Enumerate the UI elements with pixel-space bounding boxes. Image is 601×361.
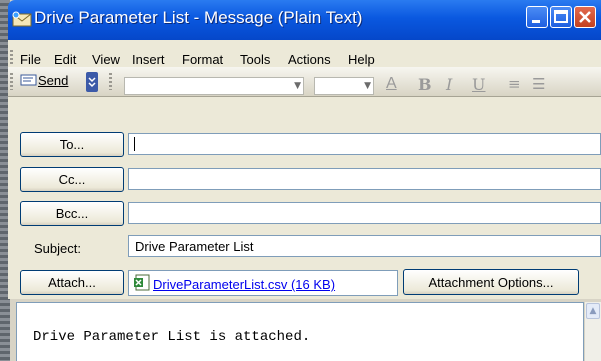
menu-help[interactable]: Help: [348, 52, 375, 67]
bcc-field[interactable]: [128, 202, 601, 224]
attachment-box: DriveParameterList.csv (16 KB): [128, 270, 398, 296]
title-bar[interactable]: Drive Parameter List - Message (Plain Te…: [8, 0, 601, 40]
attach-button[interactable]: Attach...: [20, 270, 124, 295]
menu-actions[interactable]: Actions: [288, 52, 331, 67]
chevron-down-icon: ▼: [364, 81, 371, 91]
toolbar-options-chevron-icon[interactable]: [86, 72, 98, 92]
font-size-dropdown[interactable]: ▼: [314, 77, 374, 95]
toolbar-grip[interactable]: [10, 73, 13, 90]
formatting-toolbar: Send ▼ ▼ A B I U ≡ ☰: [8, 67, 601, 97]
bold-icon[interactable]: B: [418, 75, 432, 94]
message-header-form: To... Cc... Bcc... Subject: Drive Parame…: [8, 97, 601, 299]
subject-label: Subject:: [34, 241, 81, 256]
chevron-down-icon: ▼: [294, 81, 301, 91]
menu-format[interactable]: Format: [182, 52, 223, 67]
italic-icon[interactable]: I: [446, 75, 452, 94]
subject-value: Drive Parameter List: [135, 239, 254, 254]
minimize-icon: [532, 20, 540, 23]
scroll-up-arrow-icon[interactable]: ▲: [586, 303, 600, 319]
send-label: Send: [38, 73, 69, 88]
vertical-scrollbar[interactable]: ▲: [584, 302, 601, 361]
menu-tools[interactable]: Tools: [240, 52, 270, 67]
font-color-icon[interactable]: A: [386, 75, 397, 93]
subject-field[interactable]: Drive Parameter List: [128, 235, 601, 257]
attachment-options-button[interactable]: Attachment Options...: [403, 269, 579, 295]
cc-button[interactable]: Cc...: [20, 167, 124, 192]
toolbar-grip-2[interactable]: [109, 73, 112, 90]
message-envelope-icon: [12, 11, 32, 27]
close-button[interactable]: [574, 6, 596, 28]
attachment-link[interactable]: DriveParameterList.csv (16 KB): [153, 277, 335, 292]
send-icon: [20, 74, 37, 86]
menu-file[interactable]: File: [20, 52, 41, 67]
window-title: Drive Parameter List - Message (Plain Te…: [34, 8, 363, 27]
bullets-icon[interactable]: ☰: [532, 75, 545, 93]
menu-insert[interactable]: Insert: [132, 52, 165, 67]
send-button[interactable]: Send: [20, 73, 68, 88]
menu-bar: File Edit View Insert Format Tools Actio…: [8, 40, 601, 67]
align-left-icon[interactable]: ≡: [508, 75, 521, 93]
text-caret: [134, 137, 135, 151]
menu-grip[interactable]: [10, 50, 13, 64]
underline-icon[interactable]: U: [472, 75, 485, 94]
to-button[interactable]: To...: [20, 132, 124, 157]
message-text: Drive Parameter List is attached.: [33, 329, 311, 345]
close-icon: [579, 11, 591, 23]
message-body[interactable]: Drive Parameter List is attached.: [16, 302, 584, 361]
bcc-button[interactable]: Bcc...: [20, 201, 124, 226]
cc-field[interactable]: [128, 168, 601, 190]
to-field[interactable]: [128, 133, 601, 155]
menu-view[interactable]: View: [92, 52, 120, 67]
font-name-dropdown[interactable]: ▼: [124, 77, 304, 95]
excel-file-icon: [134, 274, 150, 291]
menu-edit[interactable]: Edit: [54, 52, 76, 67]
maximize-icon: [554, 10, 568, 23]
maximize-button[interactable]: [550, 6, 572, 28]
minimize-button[interactable]: [526, 6, 548, 28]
